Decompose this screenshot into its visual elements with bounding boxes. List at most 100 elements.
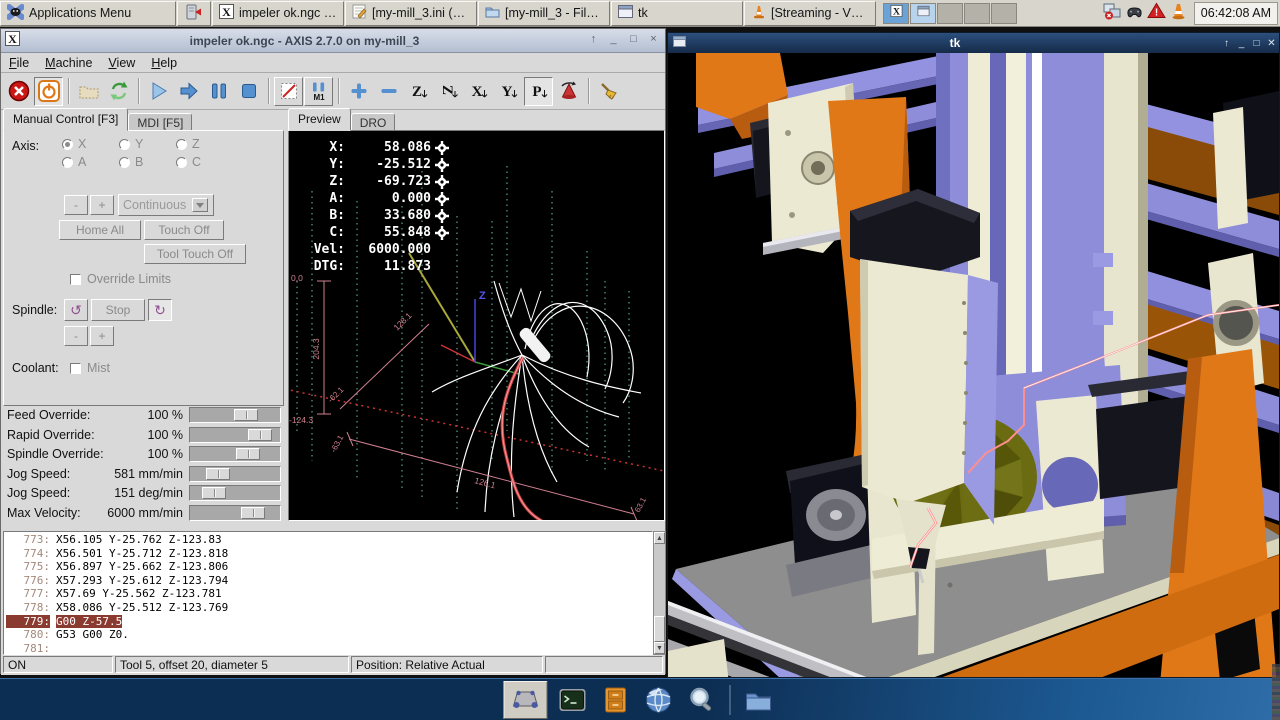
tab-manual-control-f3[interactable]: Manual Control [F3] [3,108,129,131]
slider-thumb[interactable] [206,467,230,480]
file-cabinet-dock-icon[interactable] [598,682,634,718]
scrollbar-thumb[interactable] [654,616,665,642]
spindle-plus-button[interactable]: + [90,326,114,346]
taskbar-window-button[interactable]: Ximpeler ok.ngc - ... [212,0,344,26]
view-z-rot-button[interactable]: Z [434,77,463,106]
gcode-line-active[interactable]: 779: G00 Z-57.5 [6,614,652,629]
slider-thumb[interactable] [234,409,258,421]
axis-titlebar[interactable]: X impeler ok.ngc - AXIS 2.7.0 on my-mill… [1,29,665,53]
jog-minus-button[interactable]: - [64,195,88,215]
preview-3d-canvas[interactable]: Z 0,0 204.3 -124.3 128.1 -62.1 126.1 -63.1 63.1 … [288,130,665,521]
maximize-button[interactable]: □ [625,33,642,48]
spindle-stop-button[interactable]: Stop [91,299,145,321]
axis-radio-a[interactable]: A [62,155,86,169]
applications-menu-button[interactable]: Applications Menu [0,0,176,26]
power-button[interactable] [34,76,63,106]
slider-trough[interactable] [189,465,281,482]
logout-launcher-button[interactable] [177,0,211,26]
warning-icon[interactable]: ! [1146,2,1166,24]
taskbar-window-button[interactable]: [my-mill_3.ini (~/... [345,0,477,26]
pager-workspace-cell[interactable]: X [883,2,909,24]
spindle-ccw-button[interactable]: ↺ [64,299,88,321]
shade-button[interactable]: ↑ [585,33,602,48]
minimize-button[interactable]: _ [605,33,622,48]
menu-view[interactable]: View [100,54,143,72]
zoom-out-button[interactable] [374,77,403,106]
run-button[interactable] [144,77,173,106]
close-button[interactable]: ✕ [1264,38,1279,49]
maximize-button[interactable]: □ [1249,38,1264,49]
spindle-cw-button[interactable]: ↻ [148,299,172,321]
jog-plus-button[interactable]: + [90,195,114,215]
tool-touch-off-button[interactable]: Tool Touch Off [144,244,246,264]
pager-workspace-cell[interactable] [937,2,963,24]
menu-help[interactable]: Help [143,54,185,72]
web-browser-dock-icon[interactable] [641,682,677,718]
clear-plot-button[interactable] [594,77,623,106]
gamepad-icon[interactable] [1125,3,1144,24]
pager-workspace-cell[interactable] [910,2,936,24]
axis-radio-y[interactable]: Y [119,137,143,151]
shade-button[interactable]: ↑ [1219,38,1234,49]
gcode-line[interactable]: 774: X56.501 Y-25.712 Z-123.818 [6,547,652,561]
jog-mode-combobox[interactable]: Continuous [118,194,214,216]
tk-titlebar[interactable]: tk ↑ _ □ ✕ [668,33,1279,53]
tab-dro[interactable]: DRO [350,113,396,131]
tab-preview[interactable]: Preview [288,108,351,131]
taskbar-window-button[interactable]: [my-mill_3 - File ... [478,0,610,26]
close-button[interactable]: × [645,33,662,48]
reload-button[interactable] [104,77,133,106]
slider-trough[interactable] [189,407,281,423]
machine-3d-render[interactable] [668,53,1279,677]
zoom-in-button[interactable] [344,77,373,106]
vlc-icon[interactable] [1169,1,1188,25]
gcode-line[interactable]: 773: X56.105 Y-25.762 Z-123.83 [6,533,652,547]
scroll-down-icon[interactable]: ▼ [654,642,665,654]
show-desktop-dock-icon[interactable] [503,681,548,719]
gcode-line[interactable]: 781: [6,642,652,654]
gcode-scrollbar[interactable]: ▲ ▼ [653,531,666,655]
slider-trough[interactable] [189,426,281,443]
pause-button[interactable] [204,77,233,106]
mist-checkbox[interactable]: Mist [70,361,110,375]
view-y-button[interactable]: Y [494,77,523,106]
slider-thumb[interactable] [248,428,272,441]
menu-file[interactable]: File [1,54,37,72]
step-button[interactable] [174,77,203,106]
estop-button[interactable] [4,77,33,106]
spindle-minus-button[interactable]: - [64,326,88,346]
scroll-up-icon[interactable]: ▲ [654,532,665,544]
terminal-dock-icon[interactable] [555,682,591,718]
slider-trough[interactable] [189,505,281,521]
rotate-button[interactable] [554,77,583,106]
search-dock-icon[interactable] [684,682,720,718]
display-error-icon[interactable] [1103,2,1122,25]
gcode-line[interactable]: 775: X56.897 Y-25.662 Z-123.806 [6,560,652,574]
axis-radio-b[interactable]: B [119,155,143,169]
open-button[interactable] [74,77,103,106]
axis-radio-z[interactable]: Z [176,137,200,151]
pager-workspace-cell[interactable] [991,2,1017,24]
gcode-line[interactable]: 780: G53 G00 Z0. [6,628,652,642]
taskbar-window-button[interactable]: tk [611,0,743,26]
slider-trough[interactable] [189,485,281,502]
folder-dock-icon[interactable] [741,682,777,718]
gcode-line[interactable]: 777: X57.69 Y-25.562 Z-123.781 [6,587,652,601]
optional-stop-button[interactable]: M1 [304,76,333,106]
touch-off-button[interactable]: Touch Off [144,220,224,240]
slider-thumb[interactable] [202,487,226,500]
gcode-line[interactable]: 776: X57.293 Y-25.612 Z-123.794 [6,574,652,588]
home-all-button[interactable]: Home All [59,220,141,240]
run-from-line-button[interactable] [274,76,303,106]
override-limits-checkbox[interactable]: Override Limits [70,272,171,286]
slider-thumb[interactable] [236,448,260,461]
view-x-button[interactable]: X [464,77,493,106]
axis-radio-x[interactable]: X [62,137,86,151]
tab-mdi-f5[interactable]: MDI [F5] [128,113,193,131]
gcode-listing[interactable]: 773: X56.105 Y-25.762 Z-123.83 774: X56.501… [3,531,653,655]
menu-machine[interactable]: Machine [37,54,100,72]
pager-workspace-cell[interactable] [964,2,990,24]
stop-button[interactable] [234,77,263,106]
minimize-button[interactable]: _ [1234,38,1249,49]
view-p-button[interactable]: P [524,76,553,106]
